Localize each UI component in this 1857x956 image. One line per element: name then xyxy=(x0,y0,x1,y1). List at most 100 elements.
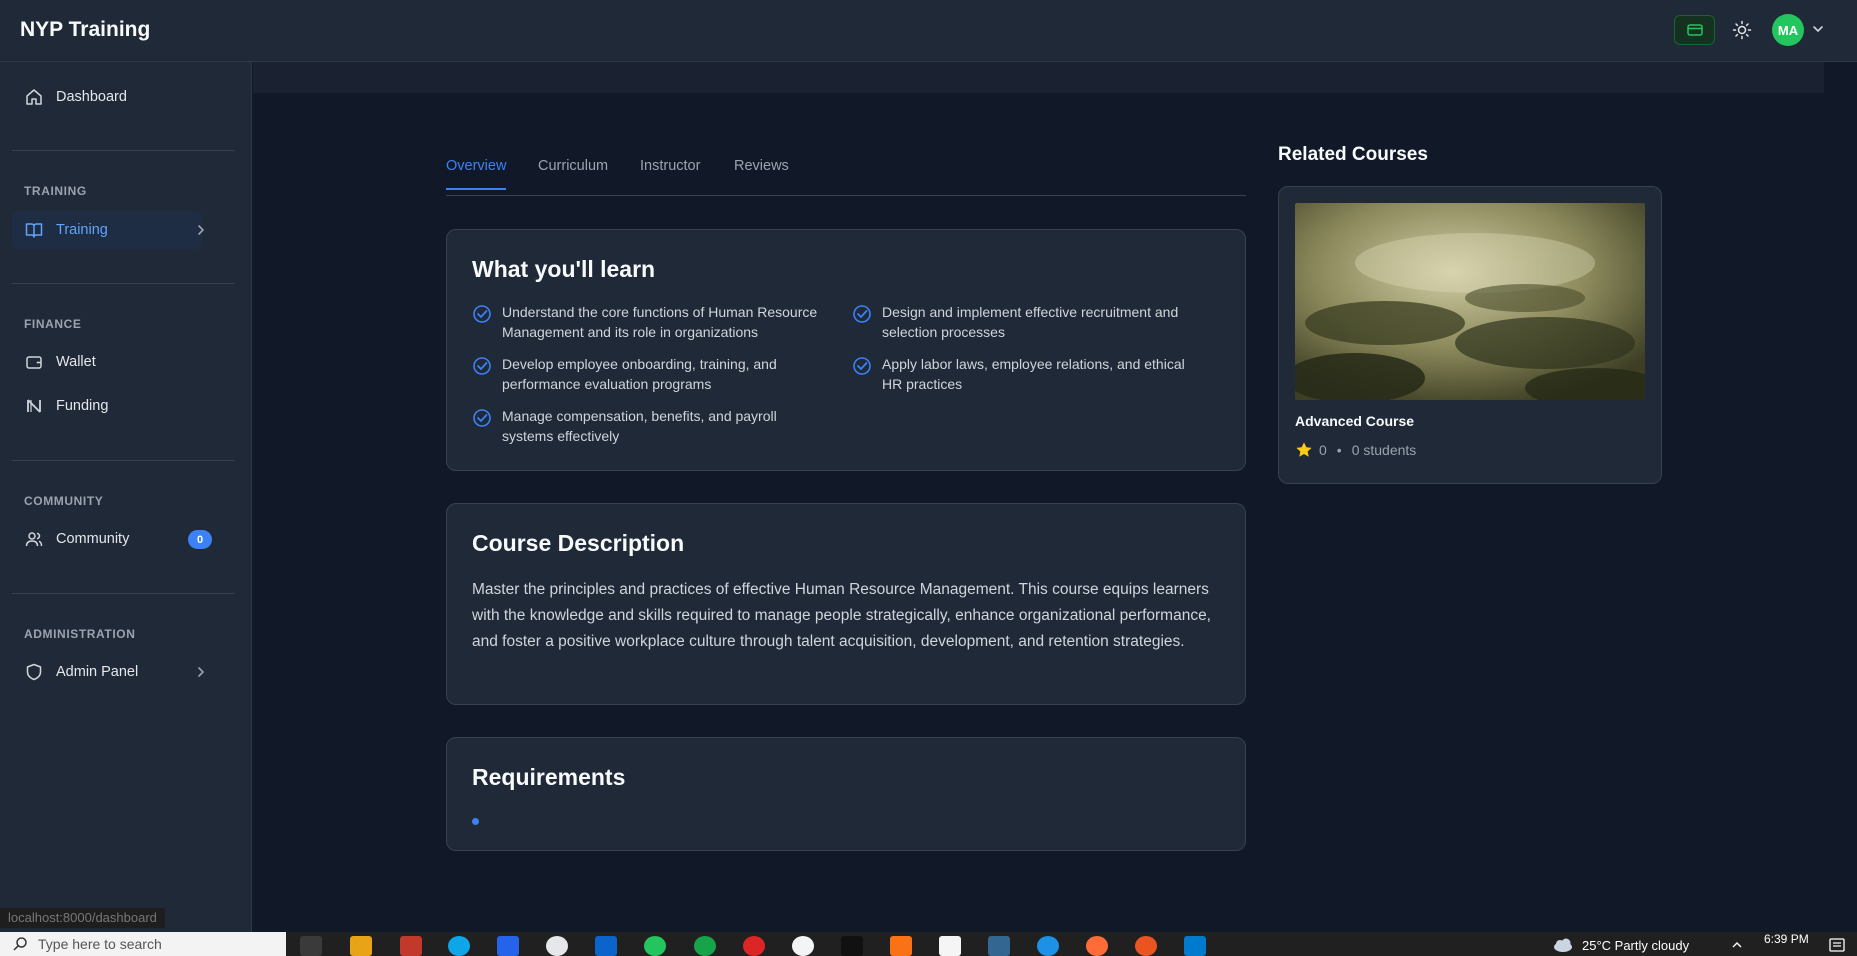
description-card: Course Description Master the principles… xyxy=(446,503,1246,705)
course-students: 0 students xyxy=(1351,442,1417,458)
sidebar-divider xyxy=(12,460,234,461)
chevron-up-icon[interactable] xyxy=(1730,938,1744,952)
tab-overview[interactable]: Overview xyxy=(446,158,507,190)
xampp-icon[interactable] xyxy=(890,936,912,956)
file-explorer-icon[interactable] xyxy=(350,936,372,956)
sidebar-item-wallet[interactable]: Wallet xyxy=(12,343,202,381)
section-label-community: COMMUNITY xyxy=(24,494,104,508)
related-course-card[interactable]: Advanced Course 0 • 0 students xyxy=(1278,186,1662,484)
sidebar-item-community[interactable]: Community 0 xyxy=(12,520,212,558)
sidebar-item-label: Admin Panel xyxy=(56,664,139,680)
check-circle-icon xyxy=(853,305,871,323)
sun-icon xyxy=(1732,20,1752,40)
whatsapp-icon[interactable] xyxy=(644,936,666,956)
requirements-card: Requirements xyxy=(446,737,1246,851)
tab-reviews[interactable]: Reviews xyxy=(734,158,789,188)
app-title[interactable]: NYP Training xyxy=(20,18,150,42)
windows-taskbar: Type here to search 25°C Partly cloudy 6… xyxy=(0,932,1857,956)
check-circle-icon xyxy=(473,357,491,375)
taskbar-clock[interactable]: 6:39 PM xyxy=(1764,932,1809,946)
learn-item: Apply labor laws, employee relations, an… xyxy=(852,354,1207,394)
chevron-down-icon[interactable] xyxy=(1811,22,1825,36)
section-label-training: TRAINING xyxy=(24,184,87,198)
sidebar-item-label: Wallet xyxy=(56,354,96,370)
description-title: Course Description xyxy=(472,530,685,556)
learn-item-text: Manage compensation, benefits, and payro… xyxy=(502,408,777,444)
opera-icon[interactable] xyxy=(743,936,765,956)
course-rating: 0 xyxy=(1319,442,1327,458)
description-text: Master the principles and practices of e… xyxy=(472,581,1211,650)
requirements-title: Requirements xyxy=(472,764,626,790)
course-meta: 0 • 0 students xyxy=(1295,441,1416,459)
home-icon xyxy=(24,87,44,107)
wordpress-icon[interactable] xyxy=(546,936,568,956)
postman-icon[interactable] xyxy=(1086,936,1108,956)
chevron-right-icon xyxy=(198,667,205,677)
book-open-icon xyxy=(24,220,44,240)
task-view-icon[interactable] xyxy=(300,936,322,956)
weather-text: 25°C Partly cloudy xyxy=(1582,937,1690,953)
taskbar-search[interactable]: Type here to search xyxy=(0,932,286,956)
ubuntu-icon[interactable] xyxy=(1135,936,1157,956)
sidebar-divider xyxy=(12,150,234,151)
app-icon[interactable] xyxy=(939,936,961,956)
learn-item-text: Understand the core functions of Human R… xyxy=(502,304,818,340)
weather-widget[interactable]: 25°C Partly cloudy xyxy=(1552,937,1689,953)
header-strip xyxy=(253,62,1824,93)
tab-instructor[interactable]: Instructor xyxy=(640,158,700,188)
outlook-icon[interactable] xyxy=(595,936,617,956)
section-label-finance: FINANCE xyxy=(24,317,82,331)
funding-icon xyxy=(24,396,44,416)
related-courses-title: Related Courses xyxy=(1278,144,1428,165)
shield-icon xyxy=(24,662,44,682)
learn-item-text: Apply labor laws, employee relations, an… xyxy=(882,356,1185,392)
learn-item-text: Design and implement effective recruitme… xyxy=(882,304,1179,340)
learn-item: Design and implement effective recruitme… xyxy=(852,302,1207,342)
star-icon xyxy=(1296,442,1312,457)
learn-card: What you'll learn Understand the core fu… xyxy=(446,229,1246,471)
sidebar-item-label: Community xyxy=(56,531,130,547)
course-thumbnail[interactable] xyxy=(1295,203,1645,400)
learn-item: Develop employee onboarding, training, a… xyxy=(472,354,827,394)
course-title[interactable]: Advanced Course xyxy=(1295,413,1414,429)
taskbar-search-placeholder: Type here to search xyxy=(38,936,162,952)
notification-badge: 0 xyxy=(188,530,212,549)
sidebar-item-admin-panel[interactable]: Admin Panel xyxy=(12,653,205,691)
user-avatar[interactable]: MA xyxy=(1772,14,1804,46)
sidebar: Dashboard TRAINING Training FINANCE Wall… xyxy=(0,62,252,932)
docker-icon[interactable] xyxy=(1037,936,1059,956)
sidebar-item-funding[interactable]: Funding xyxy=(12,387,202,425)
learn-item: Understand the core functions of Human R… xyxy=(472,302,827,342)
weather-cloud-icon xyxy=(1554,938,1572,952)
notification-icon[interactable] xyxy=(1829,938,1845,952)
top-header: NYP Training MA xyxy=(0,0,1857,62)
chrome-icon[interactable] xyxy=(792,936,814,956)
sidebar-item-label: Funding xyxy=(56,398,109,414)
sidebar-divider xyxy=(12,283,234,284)
sidebar-item-dashboard[interactable]: Dashboard xyxy=(12,78,202,116)
mongodb-icon[interactable] xyxy=(694,936,716,956)
search-icon xyxy=(13,937,27,951)
credit-card-button[interactable] xyxy=(1674,15,1715,45)
sidebar-item-training[interactable]: Training xyxy=(12,211,205,249)
users-icon xyxy=(24,529,44,549)
chevron-right-icon xyxy=(198,225,205,235)
separator-dot: • xyxy=(1336,442,1342,458)
sidebar-divider xyxy=(12,593,234,594)
postgres-icon[interactable] xyxy=(988,936,1010,956)
terminal-icon[interactable] xyxy=(841,936,863,956)
learn-title: What you'll learn xyxy=(472,256,656,282)
store-icon[interactable] xyxy=(497,936,519,956)
wallet-icon xyxy=(24,352,44,372)
app-icon[interactable] xyxy=(400,936,422,956)
check-circle-icon xyxy=(473,409,491,427)
credit-card-icon xyxy=(1686,24,1703,36)
tab-curriculum[interactable]: Curriculum xyxy=(538,158,608,188)
check-circle-icon xyxy=(853,357,871,375)
check-circle-icon xyxy=(473,305,491,323)
edge-icon[interactable] xyxy=(448,936,470,956)
vscode-icon[interactable] xyxy=(1184,936,1206,956)
status-bar-url: localhost:8000/dashboard xyxy=(0,908,165,928)
learn-item-text: Develop employee onboarding, training, a… xyxy=(502,356,777,392)
theme-toggle-button[interactable] xyxy=(1730,16,1754,44)
